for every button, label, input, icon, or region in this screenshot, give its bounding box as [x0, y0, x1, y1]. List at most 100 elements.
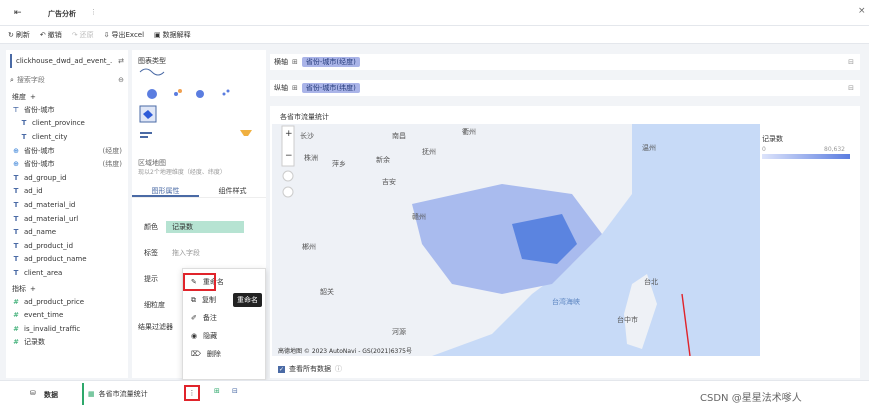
axis-settings-icon[interactable]: ⊞ [292, 58, 298, 66]
refresh-button[interactable]: ↻ 刷新 [8, 30, 30, 40]
y-axis-shelf[interactable]: 纵轴 ⊞ 省份-城市(纬度) ⊟ [270, 80, 860, 96]
field-panel: clickhouse_dwd_ad_event_... ⇄ ⌕ ⊖ 维度 + ⊤… [6, 50, 128, 378]
property-drop-zone[interactable]: 记录数 [166, 221, 244, 233]
measure-field[interactable]: # is_invalid_traffic [6, 322, 128, 336]
measure-field[interactable]: # ad_product_price [6, 295, 128, 309]
dimension-field[interactable]: Tad_product_id [6, 239, 128, 253]
lock-icon[interactable]: ⊟ [848, 58, 854, 66]
chart-type-dots-icon[interactable] [222, 89, 230, 96]
map-attribution: 高德地图 © 2023 AutoNavi - GS(2021)6375号 [278, 348, 412, 355]
dimension-field[interactable]: Tad_product_name [6, 253, 128, 267]
dimension-field[interactable]: ⊤ 省份-城市 [6, 103, 128, 117]
undo-button[interactable]: ↶ 撤销 [40, 30, 62, 40]
context-menu-item[interactable]: ◉ 隐藏 [183, 327, 265, 345]
chart-type-bubble-icon[interactable] [196, 90, 204, 98]
dashboard-tab-title[interactable]: 广告分析 [48, 9, 76, 19]
chart-type-funnel-icon[interactable] [240, 130, 252, 136]
x-axis-shelf[interactable]: 横轴 ⊞ 省份-城市(经度) ⊟ [270, 54, 860, 70]
property-label: 提示 [144, 275, 158, 283]
text-icon: T [13, 173, 19, 182]
sheet-more-icon[interactable]: ⋮ [184, 385, 200, 401]
text-icon: T [13, 228, 19, 237]
data-explain-button[interactable]: ▣ 数据解释 [154, 30, 191, 40]
chart-type-pie-icon[interactable] [147, 89, 157, 99]
chart-type-bar-icon[interactable] [140, 132, 152, 138]
property-row: 颜色 记录数 [132, 214, 266, 240]
dimension-field[interactable]: Tad_name [6, 225, 128, 239]
tab-component-style[interactable]: 组件样式 [199, 184, 266, 197]
measure-field[interactable]: # event_time [6, 308, 128, 322]
delete-icon: ⌦ [191, 350, 201, 358]
context-menu-item[interactable]: ✐ 备注 [183, 309, 265, 327]
text-icon: T [21, 132, 27, 141]
top-bar: ⇤ 广告分析 ⋮ × [0, 0, 869, 26]
locate-icon[interactable] [282, 170, 294, 182]
dimension-field[interactable]: Tclient_city [6, 130, 128, 144]
property-row: 标签 拖入字段 [132, 240, 266, 266]
dimension-field[interactable]: Tclient_area [6, 266, 128, 280]
sheet-tab[interactable]: ▦ 各省市流量统计 [82, 383, 178, 405]
search-icon: ⌕ [10, 75, 14, 84]
dimension-section-header: 维度 + [12, 93, 36, 101]
dimension-field[interactable]: Tad_id [6, 185, 128, 199]
lock-icon[interactable]: ⊟ [848, 84, 854, 92]
city-label: 吉安 [382, 177, 396, 186]
switch-dataset-icon[interactable]: ⇄ [118, 57, 124, 65]
property-label: 细粒度 [144, 301, 165, 309]
measure-field[interactable]: # 记录数 [6, 336, 128, 350]
city-label: 河源 [392, 327, 406, 336]
text-icon: T [21, 119, 27, 128]
add-measure-icon[interactable]: + [30, 285, 36, 293]
legend-min: 0 [762, 146, 766, 153]
y-axis-chip[interactable]: 省份-城市(纬度) [301, 83, 360, 93]
chart-type-map-icon[interactable] [139, 105, 157, 123]
zoom-out-icon[interactable]: − [285, 151, 293, 161]
show-all-data-option[interactable]: ✓ 查看所有数据 ⓘ [278, 364, 342, 374]
city-label: 赣州 [412, 212, 426, 221]
checkbox-icon[interactable]: ✓ [278, 365, 285, 373]
more-icon[interactable]: ⋮ [90, 8, 97, 16]
legend-title: 记录数 [762, 135, 783, 143]
hash-icon: # [13, 338, 19, 347]
city-label: 衢州 [462, 127, 476, 136]
dimension-field[interactable]: Tad_material_id [6, 198, 128, 212]
dimension-field[interactable]: Tclient_province [6, 117, 128, 131]
add-dimension-icon[interactable]: + [30, 93, 36, 101]
x-axis-chip[interactable]: 省份-城市(经度) [301, 57, 360, 67]
tab-graph-props[interactable]: 图形属性 [132, 184, 199, 197]
add-component-icon[interactable]: ⊞ [214, 387, 220, 395]
dimension-field[interactable]: Tad_material_url [6, 212, 128, 226]
filter-label: 结果过滤器 [138, 323, 173, 331]
dimension-field[interactable]: ⊕ 省份-城市 (经度) [6, 144, 128, 158]
dimension-field[interactable]: ⊕ 省份-城市 (纬度) [6, 157, 128, 171]
close-icon[interactable]: × [858, 6, 866, 16]
context-menu-item[interactable]: ⌦ 删除 [183, 345, 265, 363]
axis-settings-icon[interactable]: ⊞ [292, 84, 298, 92]
data-tab[interactable]: 数据 [44, 390, 58, 400]
chart-type-scatter-icon[interactable] [174, 89, 182, 96]
property-drop-zone[interactable]: 拖入字段 [166, 247, 244, 259]
info-icon[interactable]: ⓘ [335, 364, 342, 374]
chart-title: 各省市流量统计 [280, 113, 329, 121]
measure-section-header: 指标 + [12, 284, 36, 293]
hide-icon: ◉ [191, 332, 198, 340]
add-dashboard-icon[interactable]: ⊟ [232, 387, 238, 395]
text-icon: T [13, 241, 19, 250]
redo-button[interactable]: ↷ 还原 [72, 30, 94, 40]
dimension-field[interactable]: Tad_group_id [6, 171, 128, 185]
back-icon[interactable]: ⇤ [14, 8, 22, 18]
zoom-in-icon[interactable]: + [285, 129, 293, 139]
text-icon: T [13, 268, 19, 277]
chart-type-line-icon[interactable] [139, 68, 165, 76]
search-input[interactable] [16, 76, 97, 84]
export-excel-button[interactable]: ⇩ 导出Excel [104, 30, 144, 40]
map-canvas[interactable]: 长沙 南昌 衢州温州株洲萍乡 新余 抚州吉安赣州郴州韶关河源 台湾海峡 台北台中市 + − [272, 124, 760, 356]
more-options-icon[interactable]: ⊖ [118, 76, 124, 84]
text-icon: T [13, 200, 19, 209]
pan-icon[interactable] [282, 186, 294, 198]
dataset-selector[interactable]: clickhouse_dwd_ad_event_... ⇄ [10, 54, 124, 68]
note-icon: ✐ [191, 314, 197, 322]
highlight-box [183, 273, 216, 291]
redo-icon: ↷ [71, 30, 78, 39]
text-icon: T [13, 255, 19, 264]
